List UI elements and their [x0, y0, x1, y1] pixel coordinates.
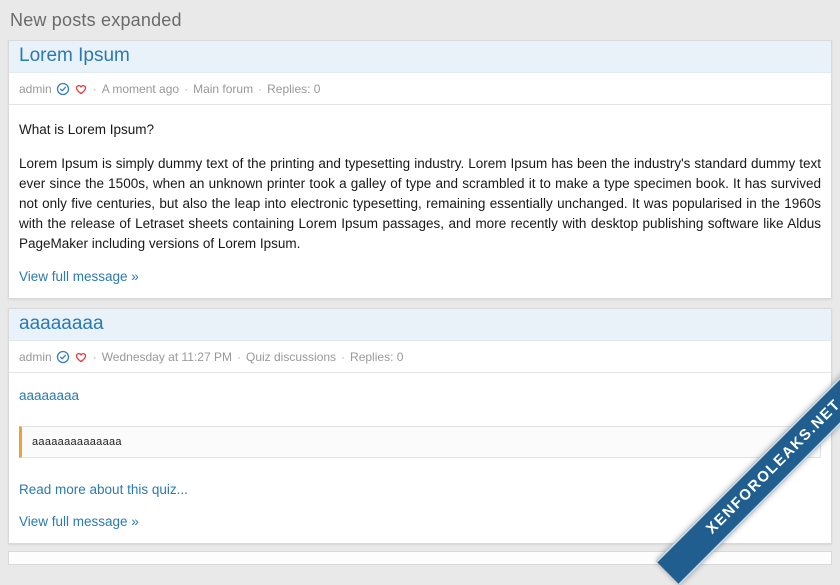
- meta-separator: ·: [92, 350, 98, 364]
- meta-separator: ·: [340, 350, 346, 364]
- thread-title-link[interactable]: Lorem Ipsum: [19, 45, 130, 66]
- replies-count: Replies: 0: [267, 82, 320, 96]
- new-posts-page: { "ui": { "dot": "\u00b7" }, "page": { "…: [0, 0, 840, 530]
- page-title: New posts expanded: [0, 0, 840, 31]
- post-time: A moment ago: [102, 82, 179, 96]
- thread-title-band: Lorem Ipsum: [9, 41, 831, 73]
- thread-title-band: aaaaaaaa: [9, 309, 831, 341]
- view-full-message-link[interactable]: View full message »: [19, 514, 139, 529]
- thread-title-link[interactable]: aaaaaaaa: [19, 313, 104, 334]
- heart-icon: [74, 350, 88, 364]
- post-text-paragraph: Lorem Ipsum is simply dummy text of the …: [19, 154, 821, 254]
- forum-link[interactable]: Quiz discussions: [246, 350, 336, 364]
- author-link[interactable]: admin: [19, 82, 52, 96]
- post-time: Wednesday at 11:27 PM: [102, 350, 232, 364]
- post-card-lorem-ipsum: Lorem Ipsum admin · A moment ago · Main …: [8, 40, 832, 299]
- quiz-title-link[interactable]: aaaaaaaa: [19, 388, 79, 403]
- verified-check-icon: [56, 82, 70, 96]
- replies-count: Replies: 0: [350, 350, 403, 364]
- view-full-message-link[interactable]: View full message »: [19, 269, 139, 284]
- post-body: What is Lorem Ipsum? Lorem Ipsum is simp…: [9, 105, 831, 298]
- post-text-line: What is Lorem Ipsum?: [19, 120, 821, 140]
- meta-separator: ·: [236, 350, 242, 364]
- forum-link[interactable]: Main forum: [193, 82, 253, 96]
- meta-separator: ·: [183, 82, 189, 96]
- read-more-quiz-link[interactable]: Read more about this quiz...: [19, 482, 188, 497]
- meta-separator: ·: [257, 82, 263, 96]
- post-meta-row: admin · A moment ago · Main forum · Repl…: [9, 73, 831, 105]
- meta-separator: ·: [92, 82, 98, 96]
- quote-text: aaaaaaaaaaaaaa: [32, 436, 122, 448]
- author-link[interactable]: admin: [19, 350, 52, 364]
- quote-block: aaaaaaaaaaaaaa: [19, 426, 821, 458]
- verified-check-icon: [56, 350, 70, 364]
- post-meta-row: admin · Wednesday at 11:27 PM · Quiz dis…: [9, 341, 831, 373]
- heart-icon: [74, 82, 88, 96]
